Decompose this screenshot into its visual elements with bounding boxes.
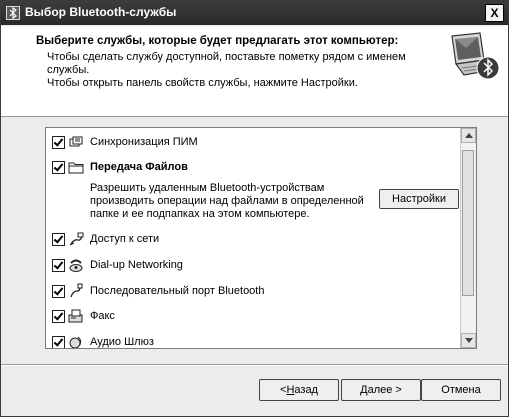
file-transfer-description-2: производить операции над файлами в опред… <box>90 195 364 207</box>
audio-gateway-icon <box>69 336 82 348</box>
list-item-network-access[interactable]: Доступ к сети <box>46 231 456 249</box>
vertical-scrollbar[interactable] <box>460 128 476 348</box>
checkbox-file-transfer[interactable] <box>52 161 65 174</box>
checkbox-dialup[interactable] <box>52 259 65 272</box>
checkbox-pim-sync[interactable] <box>52 136 65 149</box>
bluetooth-service-dialog: Выбор Bluetooth-службы X Выберите службы… <box>0 0 509 417</box>
checkbox-serial-port[interactable] <box>52 285 65 298</box>
file-transfer-description-1: Разрешить удаленным Bluetooth-устройства… <box>90 182 325 194</box>
list-item-audio-gateway[interactable]: Аудио Шлюз <box>46 334 456 348</box>
list-item-fax[interactable]: Факс <box>46 308 456 326</box>
service-label-serial-port: Последовательный порт Bluetooth <box>90 285 265 297</box>
service-label-network-access: Доступ к сети <box>90 233 160 245</box>
file-transfer-description-3: папке и ее подпапках на этом компьютере. <box>90 208 310 220</box>
list-item-file-transfer[interactable]: Передача Файлов <box>46 159 456 177</box>
checkbox-audio-gateway[interactable] <box>52 336 65 348</box>
cancel-button[interactable]: Отмена <box>421 379 501 401</box>
next-button-hotkey: Д <box>360 384 368 396</box>
arrow-down-icon <box>465 338 473 343</box>
next-button[interactable]: Далее > <box>341 379 421 401</box>
close-button[interactable]: X <box>485 4 504 22</box>
arrow-up-icon <box>465 133 473 138</box>
header-panel: Выберите службы, которые будет предлагат… <box>1 26 508 117</box>
back-button-hotkey: Н <box>286 384 295 396</box>
computer-bluetooth-icon <box>451 32 500 80</box>
back-button-rest: азад <box>294 384 318 396</box>
service-label-file-transfer: Передача Файлов <box>90 161 188 173</box>
service-label-dialup: Dial-up Networking <box>90 259 183 271</box>
service-label-audio-gateway: Аудио Шлюз <box>90 336 154 348</box>
header-instruction-2: службы. <box>47 64 90 76</box>
pim-sync-icon <box>69 136 83 147</box>
header-title: Выберите службы, которые будет предлагат… <box>36 35 399 47</box>
network-access-icon <box>69 232 84 246</box>
title-bar[interactable]: Выбор Bluetooth-службы X <box>1 1 508 25</box>
settings-button[interactable]: Настройки <box>379 189 459 209</box>
dialup-icon <box>69 259 83 272</box>
checkbox-fax[interactable] <box>52 310 65 323</box>
service-label-fax: Факс <box>90 310 115 322</box>
fax-icon <box>68 309 83 323</box>
list-item-pim-sync[interactable]: Синхронизация ПИМ <box>46 134 456 152</box>
footer-divider <box>1 364 508 366</box>
scroll-down-button[interactable] <box>461 333 476 348</box>
scrollbar-thumb[interactable] <box>462 150 474 296</box>
header-instruction-3: Чтобы открыть панель свойств службы, наж… <box>47 77 358 89</box>
folder-icon <box>68 162 84 174</box>
services-list[interactable]: Синхронизация ПИМ Передача Файлов Разреш… <box>45 127 477 349</box>
scroll-up-button[interactable] <box>461 128 476 143</box>
service-label-pim-sync: Синхронизация ПИМ <box>90 136 198 148</box>
header-instruction-1: Чтобы сделать службу доступной, поставьт… <box>47 51 406 63</box>
list-item-dialup[interactable]: Dial-up Networking <box>46 257 456 275</box>
serial-port-icon <box>70 283 83 298</box>
bluetooth-app-icon <box>6 6 20 20</box>
next-button-rest: алее > <box>367 384 402 396</box>
list-item-serial-port[interactable]: Последовательный порт Bluetooth <box>46 283 456 301</box>
window-title: Выбор Bluetooth-службы <box>25 5 177 19</box>
close-icon: X <box>490 6 499 20</box>
back-button[interactable]: < Назад <box>259 379 339 401</box>
checkbox-network-access[interactable] <box>52 233 65 246</box>
